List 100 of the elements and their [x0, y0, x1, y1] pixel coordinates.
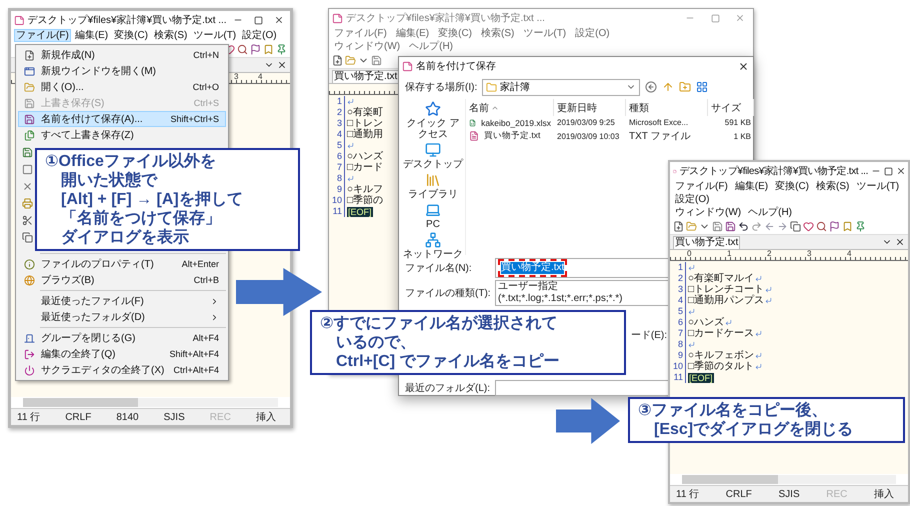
menu-item[interactable]: ファイルのプロパティ(T) Alt+Enter [18, 256, 226, 272]
menu-item[interactable]: ツール(T) [854, 180, 902, 193]
menu-item[interactable]: 変換(C) [112, 29, 150, 42]
close-icon [738, 60, 748, 72]
callout-text: ①Officeファイル以外を [45, 152, 216, 171]
menu-item[interactable]: 設定(O) [240, 29, 279, 42]
menu-item[interactable]: サクラエディタの全終了(X) Ctrl+Alt+F4 [18, 362, 226, 378]
place-item[interactable]: PC [403, 202, 463, 230]
file-tab[interactable]: 買い物予定.txt [673, 236, 740, 248]
status-text: CRLF [65, 412, 92, 422]
menu-item[interactable]: ツール(T) [191, 29, 238, 42]
menu-item[interactable]: 検索(S) [152, 29, 190, 42]
bookmark-icon[interactable] [263, 44, 274, 55]
menu-item[interactable]: 変換(C) [773, 180, 812, 193]
menu-item[interactable]: ファイル(F) [332, 27, 389, 40]
line-number: 10 [330, 195, 343, 206]
shortcut-text: Ctrl+Alt+F4 [173, 365, 219, 375]
location-dropdown[interactable]: 家計簿 [482, 78, 640, 96]
column-header[interactable]: 更新日時 [554, 99, 626, 116]
search-icon[interactable] [237, 44, 248, 55]
right-arrow [556, 398, 620, 444]
back-icon[interactable] [645, 81, 658, 93]
pin-icon[interactable] [855, 221, 866, 232]
menu-item[interactable]: ファイル(F) [14, 29, 71, 42]
monitor-icon [425, 142, 441, 158]
recent-folder-field[interactable] [495, 380, 671, 396]
flag-icon[interactable] [250, 44, 261, 55]
menu-item[interactable]: 編集の全終了(Q) Shift+Alt+F4 [18, 346, 226, 362]
line-number: 4 [336, 129, 343, 140]
close-tab-icon[interactable] [895, 237, 905, 247]
menu-item[interactable]: 新規作成(N) Ctrl+N [18, 47, 226, 63]
new-file-icon[interactable] [673, 221, 684, 232]
window-title: デスクトップ¥files¥家計簿¥買い物予定.txt ... [346, 12, 546, 25]
maximize-icon [254, 16, 264, 24]
left-arrow-icon[interactable] [764, 221, 775, 232]
place-item[interactable]: クイック アクセス [403, 101, 463, 140]
save-icon[interactable] [712, 221, 723, 232]
menu-item[interactable]: 検索(S) [814, 180, 852, 193]
ruler-number: 4 [847, 250, 852, 260]
place-item[interactable]: ネットワーク [403, 232, 463, 260]
menu-item[interactable]: 開く(O)... Ctrl+O [18, 79, 226, 95]
menu-item[interactable]: 設定(O) [573, 27, 612, 40]
place-item[interactable]: デスクトップ [403, 142, 463, 170]
menu-item[interactable]: 変換(C) [436, 27, 474, 40]
filename-field[interactable]: 買い物予定.txt [495, 258, 671, 278]
menu-item[interactable]: 編集(E) [732, 180, 770, 193]
search-icon[interactable] [816, 221, 827, 232]
maximize-icon [884, 166, 893, 176]
line-text: □トレンチコート [688, 284, 764, 295]
menu-item[interactable]: ブラウズ(B) Ctrl+B [18, 272, 226, 288]
undo-icon[interactable] [738, 221, 749, 232]
line-number: 6 [336, 151, 343, 162]
line-number: 11 [332, 206, 343, 217]
close-icon [274, 15, 284, 25]
selected-filename: 買い物予定.txt [498, 259, 568, 277]
line-text: ○ハンズ [688, 317, 724, 328]
menu-item[interactable]: ウィンドウ(W) [332, 40, 402, 53]
menu-item[interactable]: 最近使ったファイル(F) [18, 293, 226, 309]
close-tab-icon[interactable] [277, 60, 287, 70]
bookmark-icon[interactable] [842, 221, 853, 232]
pin-icon[interactable] [276, 44, 287, 55]
file-name[interactable]: 買い物予定.txt [481, 130, 544, 142]
menu-item[interactable]: ヘルプ(H) [746, 206, 794, 219]
menu-item[interactable]: すべて上書き保存(Z) [18, 127, 226, 143]
line-number: 9 [336, 184, 343, 195]
save-icon[interactable] [725, 221, 736, 232]
callout-text: ダイアログを表示 [60, 228, 189, 247]
menu-item[interactable]: ウィンドウ(W) [673, 206, 744, 219]
menu-item[interactable]: 設定(O) [673, 193, 712, 206]
line-number: 3 [676, 284, 684, 295]
window-title: デスクトップ¥files¥家計簿¥買い物予定.txt ... [28, 14, 227, 27]
flag-icon[interactable] [829, 221, 840, 232]
menu-item[interactable]: ツール(T) [521, 27, 568, 40]
save-icon[interactable] [371, 55, 382, 66]
menu-item[interactable]: ファイル(F) [673, 180, 730, 193]
column-header[interactable]: 名前 [466, 99, 554, 116]
file-name[interactable]: kakeibo_2019.xlsx [478, 118, 554, 128]
new-file-icon[interactable] [332, 55, 343, 66]
menu-item[interactable]: 編集(E) [394, 27, 432, 40]
copy-icon[interactable] [790, 221, 801, 232]
place-item[interactable]: ライブラリ [403, 172, 463, 200]
menu-item[interactable]: 検索(S) [479, 27, 516, 40]
view-menu-icon[interactable] [696, 81, 708, 93]
menu-item[interactable]: 最近使ったフォルダ(D) [18, 309, 226, 325]
menu-item[interactable]: ヘルプ(H) [407, 40, 455, 53]
menu-item[interactable]: 名前を付けて保存(A)... Shift+Ctrl+S [18, 111, 226, 127]
line-text: □カード [347, 162, 384, 173]
menu-item[interactable]: 新規ウインドウを開く(M) [18, 63, 226, 79]
menu-item[interactable]: グループを閉じる(G) Alt+F4 [18, 330, 226, 346]
file-tab[interactable]: 買い物予定.txt [332, 70, 400, 82]
column-header[interactable]: サイズ [708, 99, 754, 116]
file-size: 591 KB [724, 118, 752, 127]
line-number: 10 [672, 361, 684, 372]
field-label: ード(E): [630, 329, 667, 342]
heart-icon[interactable] [803, 221, 814, 232]
menu-item[interactable]: 編集(E) [72, 29, 110, 42]
column-header[interactable]: 種類 [626, 99, 708, 116]
filetype-dropdown[interactable]: ユーザー指定 (*.txt;*.log;*.1st;*.err;*.ps;*.*) [495, 280, 671, 306]
modified-date: 2019/03/09 10:03 [556, 132, 620, 140]
line-text: ○有楽町 [347, 107, 384, 118]
